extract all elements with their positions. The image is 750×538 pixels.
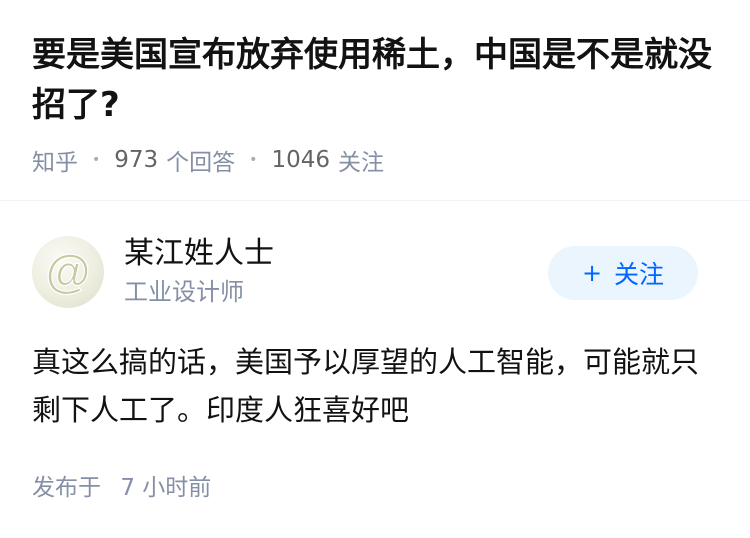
follow-button-label: 关注	[614, 260, 665, 289]
svg-text:@: @	[46, 245, 91, 297]
separator-dot: •	[249, 152, 258, 168]
published-time: 7 小时前	[120, 475, 212, 501]
published-prefix: 发布于	[32, 475, 101, 501]
section-divider	[0, 200, 750, 201]
avatar[interactable]: @	[32, 236, 104, 308]
question-meta: 知乎 • 973 个回答 • 1046 关注	[32, 143, 384, 177]
follow-button[interactable]: + 关注	[548, 246, 698, 300]
answer-content: 真这么搞的话，美国予以厚望的人工智能，可能就只剩下人工了。印度人狂喜好吧	[32, 345, 700, 427]
follower-count-label: 关注	[337, 150, 384, 176]
question-title[interactable]: 要是美国宣布放弃使用稀土，中国是不是就没招了?	[32, 30, 722, 130]
plus-icon: +	[581, 259, 603, 287]
author-name[interactable]: 某江姓人士	[124, 234, 274, 274]
at-sign-avatar-icon: @	[45, 244, 91, 297]
answer-count: 973	[114, 147, 159, 173]
source-label[interactable]: 知乎	[32, 143, 78, 177]
follower-count: 1046	[271, 147, 330, 173]
answer-page: 要是美国宣布放弃使用稀土，中国是不是就没招了? 知乎 • 973 个回答 • 1…	[0, 0, 750, 538]
answer-timestamp: 发布于 7 小时前	[32, 468, 211, 502]
author-headline: 工业设计师	[124, 278, 244, 306]
answer-count-label: 个回答	[166, 150, 236, 176]
separator-dot: •	[92, 152, 101, 168]
